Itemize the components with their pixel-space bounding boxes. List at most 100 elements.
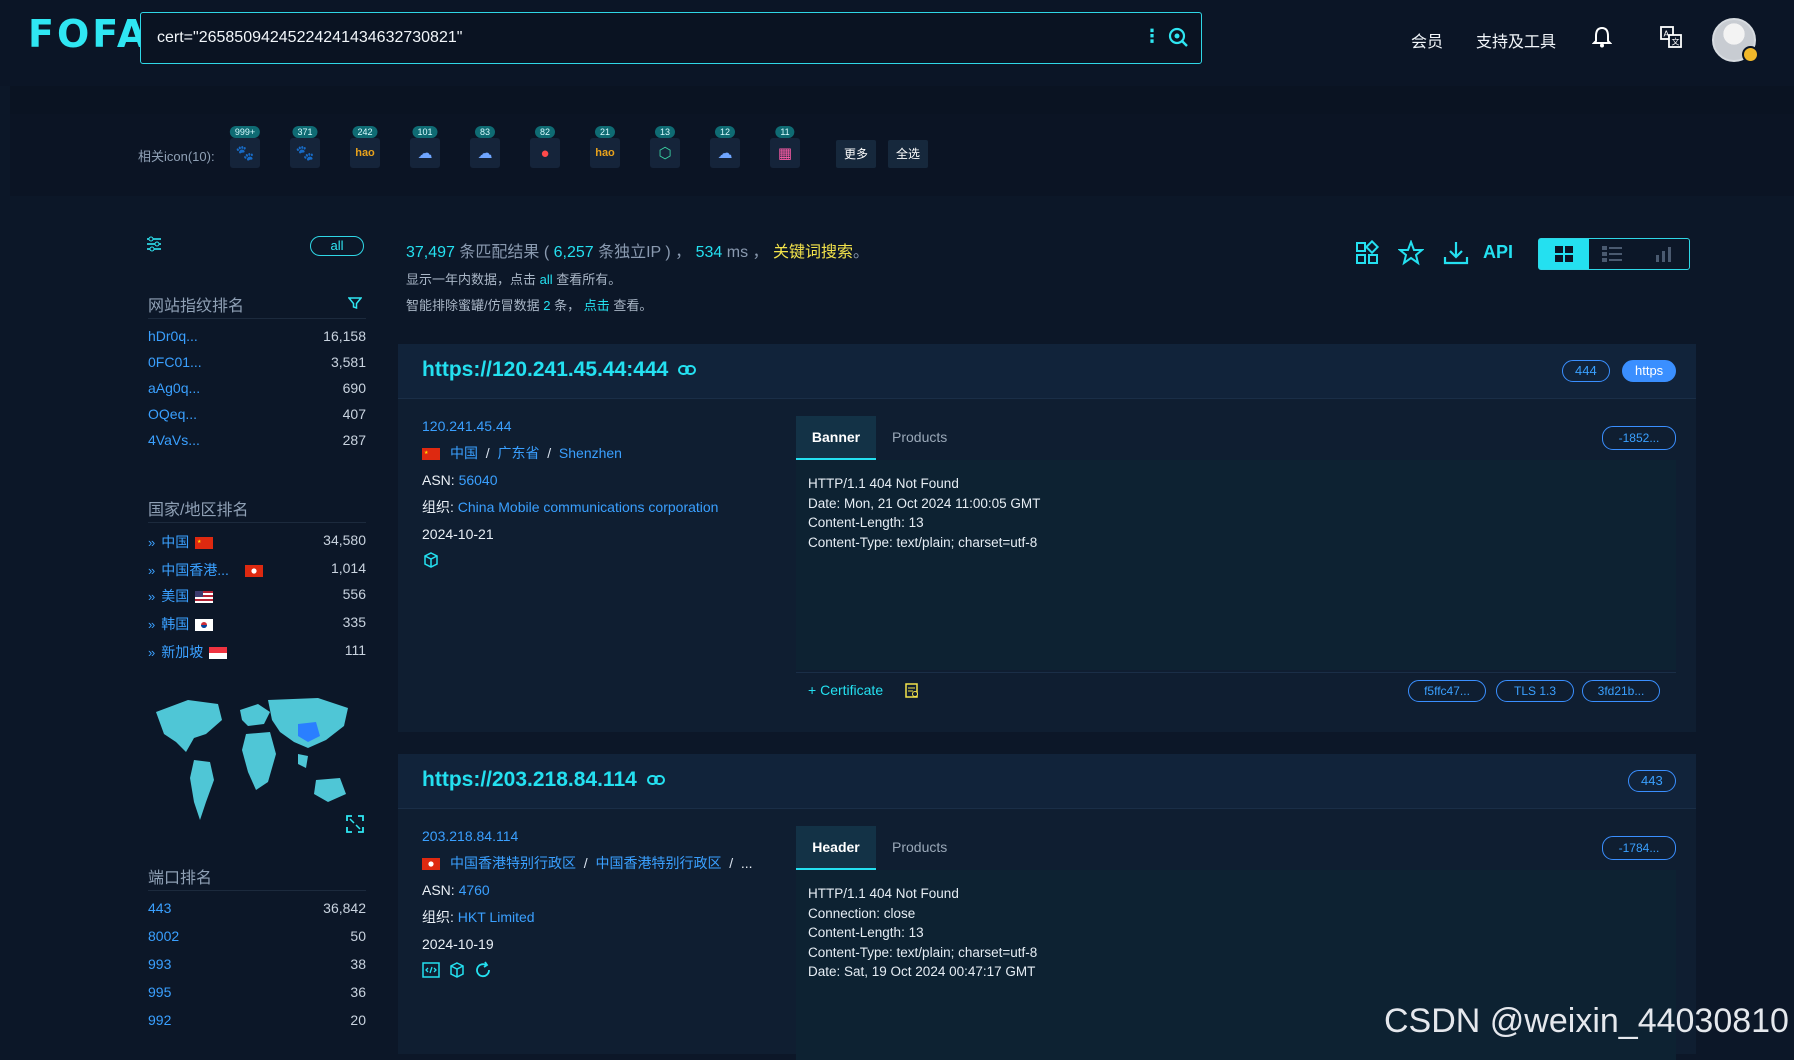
- expand-icon[interactable]: [346, 815, 364, 833]
- org-label: 组织:: [422, 909, 458, 925]
- view-all-link[interactable]: all: [540, 272, 553, 287]
- certificate-icon[interactable]: [904, 683, 920, 699]
- paw-icon: 🐾: [235, 145, 255, 162]
- port-badge[interactable]: 443: [1628, 770, 1676, 792]
- port-row[interactable]: 992 20: [148, 1012, 366, 1034]
- protocol-badge[interactable]: https: [1622, 360, 1677, 382]
- asn-link[interactable]: 56040: [459, 472, 498, 488]
- port-badge[interactable]: 444: [1562, 360, 1610, 382]
- result-info: 120.241.45.44 ★ 中国 / 广东省 / Shenzhen ASN: …: [422, 418, 782, 578]
- port-row[interactable]: 995 36: [148, 984, 366, 1006]
- related-icon-3[interactable]: hao 242: [350, 126, 380, 168]
- refresh-icon[interactable]: [474, 961, 492, 979]
- world-map[interactable]: [148, 690, 354, 826]
- keyword-search-link[interactable]: 关键词搜索: [773, 244, 853, 261]
- port-row[interactable]: 8002 50: [148, 928, 366, 950]
- cert-hash-badge[interactable]: 3fd21b...: [1582, 680, 1660, 702]
- country-row[interactable]: » 中国香港... 1,014: [148, 560, 366, 582]
- fingerprint-row[interactable]: 4VaVs... 287: [148, 432, 366, 454]
- result-date: 2024-10-21: [422, 526, 494, 542]
- fingerprint-key: aAg0q...: [148, 380, 201, 396]
- header-line: Content-Length: 13: [808, 925, 924, 940]
- chart-view-icon[interactable]: [1653, 245, 1675, 263]
- ip-link[interactable]: 120.241.45.44: [422, 418, 782, 434]
- cube-icon[interactable]: [448, 961, 466, 979]
- more-vertical-icon[interactable]: ⋮: [1143, 26, 1161, 47]
- related-icon-8[interactable]: ⬡ 13: [650, 126, 680, 168]
- fingerprint-row[interactable]: hDr0q... 16,158: [148, 328, 366, 350]
- more-icons-button[interactable]: 更多: [836, 140, 877, 168]
- related-icon-4[interactable]: ☁ 101: [410, 126, 440, 168]
- related-icon-7[interactable]: hao 21: [590, 126, 620, 168]
- org-link[interactable]: HKT Limited: [458, 909, 535, 925]
- country-name: 中国香港...: [161, 562, 229, 578]
- fofa-logo[interactable]: FOFA: [28, 12, 149, 56]
- view-switch: [1538, 238, 1690, 270]
- honeypot-view-link[interactable]: 点击: [584, 298, 610, 313]
- tab-products[interactable]: Products: [892, 826, 947, 868]
- related-icon-10[interactable]: ▦ 11: [770, 126, 800, 168]
- country-link[interactable]: 中国香港特别行政区: [450, 855, 576, 871]
- country-row[interactable]: » 中国 ★ 34,580: [148, 532, 366, 554]
- result-url[interactable]: https://120.241.45.44:444: [422, 358, 697, 382]
- ip-link[interactable]: 203.218.84.114: [422, 828, 782, 844]
- api-button[interactable]: API: [1483, 242, 1513, 263]
- country-row[interactable]: » 新加坡 111: [148, 642, 366, 664]
- search-input[interactable]: [155, 26, 1119, 50]
- list-view-icon[interactable]: [1601, 245, 1623, 263]
- related-icon-2[interactable]: 🐾 371: [290, 126, 320, 168]
- nav-support-tools[interactable]: 支持及工具: [1476, 28, 1556, 52]
- asn-link[interactable]: 4760: [459, 882, 490, 898]
- star-icon[interactable]: [1398, 240, 1424, 266]
- link-icon[interactable]: [646, 775, 665, 786]
- search-icon[interactable]: [1167, 26, 1189, 48]
- related-icon-9[interactable]: ☁ 12: [710, 126, 740, 168]
- translate-icon[interactable]: A文: [1660, 26, 1682, 48]
- funnel-icon[interactable]: [348, 296, 362, 310]
- country-row[interactable]: » 美国 556: [148, 586, 366, 608]
- divider: [148, 522, 366, 523]
- country-link[interactable]: 中国: [450, 445, 478, 461]
- all-toggle[interactable]: all: [310, 236, 364, 256]
- related-icon-1[interactable]: 🐾 999+: [229, 126, 261, 168]
- region-link[interactable]: 广东省: [497, 445, 539, 461]
- panel-tabs: Header Products -1784...: [796, 826, 1676, 870]
- download-icon[interactable]: [1443, 240, 1469, 266]
- code-icon[interactable]: [422, 961, 440, 979]
- hash-badge[interactable]: -1784...: [1602, 836, 1676, 860]
- tab-banner[interactable]: Banner: [796, 416, 876, 460]
- cert-hash-badge[interactable]: f5ffc47...: [1408, 680, 1486, 702]
- link-icon[interactable]: [678, 365, 697, 376]
- double-chevron-icon: »: [148, 535, 156, 550]
- nav-membership[interactable]: 会员: [1411, 28, 1443, 52]
- port-row[interactable]: 443 36,842: [148, 900, 366, 922]
- fingerprint-row[interactable]: 0FC01... 3,581: [148, 354, 366, 376]
- related-icon-6[interactable]: ● 82: [530, 126, 560, 168]
- result-url[interactable]: https://203.218.84.114: [422, 768, 665, 792]
- select-all-button[interactable]: 全选: [888, 140, 929, 168]
- fingerprint-count: 3,581: [330, 354, 366, 370]
- double-chevron-icon: »: [148, 645, 156, 660]
- city-link[interactable]: ...: [741, 855, 753, 871]
- fingerprint-count: 690: [342, 380, 366, 396]
- certificate-toggle[interactable]: + Certificate: [808, 682, 883, 698]
- fingerprint-row[interactable]: OQeq... 407: [148, 406, 366, 428]
- org-link[interactable]: China Mobile communications corporation: [458, 499, 719, 515]
- related-icon-5[interactable]: ☁ 83: [470, 126, 500, 168]
- cube-icon[interactable]: [422, 551, 440, 569]
- tab-header[interactable]: Header: [796, 826, 876, 870]
- grid-add-icon[interactable]: [1354, 240, 1380, 266]
- tls-version-badge[interactable]: TLS 1.3: [1496, 680, 1574, 702]
- tab-products[interactable]: Products: [892, 416, 947, 458]
- fingerprint-key: hDr0q...: [148, 328, 198, 344]
- city-link[interactable]: Shenzhen: [559, 445, 622, 461]
- region-link[interactable]: 中国香港特别行政区: [595, 855, 721, 871]
- port-row[interactable]: 993 38: [148, 956, 366, 978]
- bell-icon[interactable]: [1592, 26, 1612, 48]
- summary-text: ms ，: [722, 244, 773, 261]
- fingerprint-row[interactable]: aAg0q... 690: [148, 380, 366, 402]
- grid-view-button[interactable]: [1539, 239, 1589, 269]
- hash-badge[interactable]: -1852...: [1602, 426, 1676, 450]
- country-row[interactable]: » 韩国 335: [148, 614, 366, 636]
- sliders-icon[interactable]: [146, 236, 162, 252]
